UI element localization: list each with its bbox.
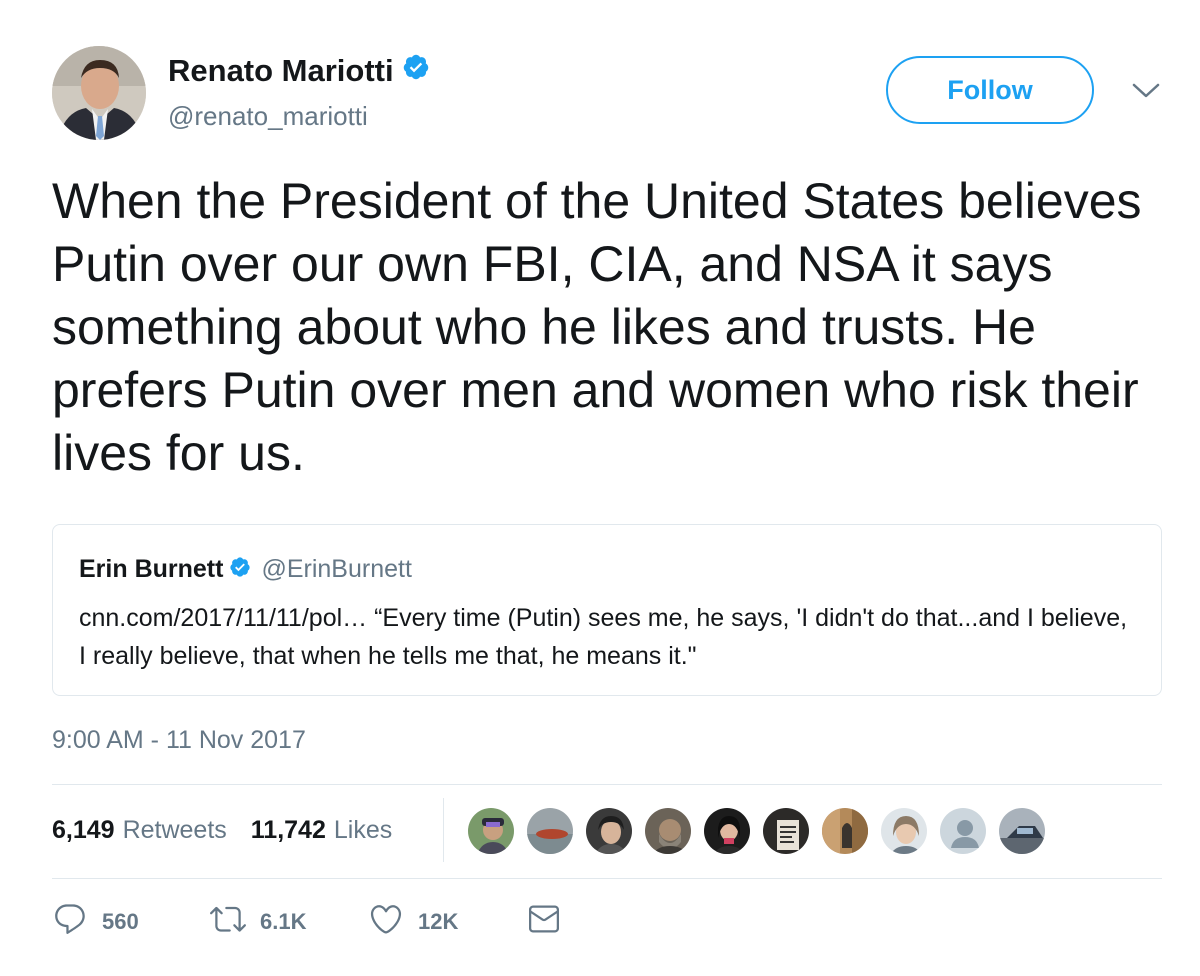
author-display-name-row[interactable]: Renato Mariotti (168, 52, 430, 90)
divider (52, 784, 1162, 785)
retweet-count: 6.1K (260, 909, 307, 934)
liker-avatar[interactable] (643, 806, 693, 856)
liker-avatar[interactable] (702, 806, 752, 856)
retweets-stat[interactable]: 6,149 Retweets (52, 816, 227, 845)
likes-label: Likes (333, 815, 393, 844)
liker-avatar[interactable] (997, 806, 1047, 856)
tweet-stats: 6,149 Retweets 11,742 Likes (52, 812, 416, 848)
quoted-tweet-name: Erin Burnett (79, 555, 224, 583)
quoted-tweet-header: Erin Burnett @ErinBurnett (79, 555, 412, 584)
like-icon (368, 901, 404, 943)
like-button[interactable]: 12K (368, 901, 526, 943)
divider (443, 798, 444, 862)
reply-icon (52, 901, 88, 943)
liker-avatar[interactable] (879, 806, 929, 856)
direct-message-icon (526, 901, 562, 943)
tweet-actions: 560 6.1K 12K (52, 898, 562, 946)
likes-stat[interactable]: 11,742 Likes (251, 816, 392, 845)
quoted-tweet-handle: @ErinBurnett (261, 555, 412, 583)
reply-count: 560 (102, 909, 139, 934)
tweet-timestamp[interactable]: 9:00 AM - 11 Nov 2017 (52, 724, 306, 756)
direct-message-button[interactable] (526, 901, 562, 943)
quoted-tweet-card[interactable]: Erin Burnett @ErinBurnett cnn.com/2017/1… (52, 524, 1162, 696)
retweets-label: Retweets (122, 815, 227, 844)
verified-badge-icon (229, 556, 251, 583)
liker-avatar[interactable] (525, 806, 575, 856)
liker-avatar[interactable] (584, 806, 634, 856)
liker-avatar[interactable] (761, 806, 811, 856)
retweet-icon (210, 901, 246, 943)
quoted-tweet-text: cnn.com/2017/11/11/pol… “Every time (Put… (79, 604, 1128, 670)
retweet-button[interactable]: 6.1K (210, 901, 368, 943)
retweets-count: 6,149 (52, 815, 115, 844)
chevron-down-icon[interactable] (1126, 76, 1166, 106)
author-handle[interactable]: @renato_mariotti (168, 100, 368, 132)
likes-count: 11,742 (250, 815, 326, 844)
reply-button[interactable]: 560 (52, 901, 210, 943)
author-avatar-image (52, 46, 146, 140)
liker-avatar[interactable] (820, 806, 870, 856)
follow-button[interactable]: Follow (886, 56, 1094, 124)
verified-badge-icon (402, 52, 430, 90)
like-count: 12K (418, 909, 459, 934)
liker-avatar-default[interactable] (938, 806, 988, 856)
tweet-text: When the President of the United States … (52, 173, 1142, 481)
author-avatar[interactable] (52, 46, 146, 140)
liker-avatar[interactable] (466, 806, 516, 856)
author-display-name[interactable]: Renato Mariotti (168, 52, 394, 90)
divider (52, 878, 1162, 879)
